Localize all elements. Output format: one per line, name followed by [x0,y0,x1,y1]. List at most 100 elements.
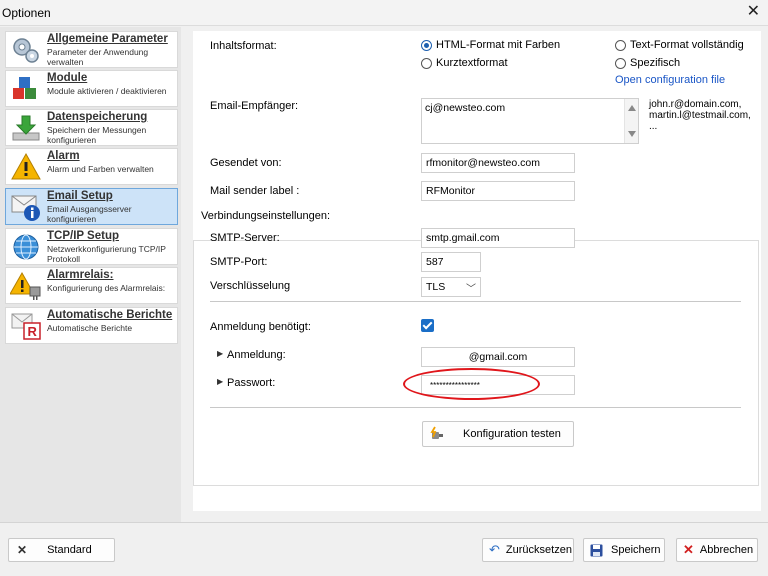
sidebar-item-data-storage[interactable]: Datenspeicherung Speichern der Messungen… [5,109,178,146]
radio-indicator [421,57,432,69]
sidebar-item-desc: Netzwerkkonfigurierung TCP/IP Protokoll [47,244,166,264]
sidebar-item-desc: Module aktivieren / deaktivieren [47,86,167,96]
chevron-down-icon: ﹀ [466,284,476,295]
sidebar-item-modules[interactable]: Module Module aktivieren / deaktivieren [5,70,178,107]
smtp-port-input[interactable]: 587 [421,252,481,272]
radio-indicator [615,39,626,51]
sidebar-item-tcpip-setup[interactable]: TCP/IP Setup Netzwerkkonfigurierung TCP/… [5,228,178,265]
floppy-disk-icon [590,544,603,556]
cancel-button-label: Abbrechen [699,544,754,556]
radio-indicator [421,39,432,51]
sidebar-item-desc: Konfigurierung des Alarmrelais: [47,283,166,293]
connection-group-title: Verbindungseinstellungen: [199,210,333,222]
smtp-server-label: SMTP-Server: [210,232,280,244]
footer-bar: ✕ Standard ↶ Zurücksetzen Speichern ✕ Ab… [0,522,768,576]
save-button-label: Speichern [611,544,661,556]
scroll-down-icon[interactable] [628,131,636,137]
scroll-up-icon[interactable] [628,105,636,111]
expand-arrow-icon: ▶ [217,349,224,358]
sidebar-item-title: Module [47,72,88,84]
network-globe-icon [13,234,39,260]
sidebar-item-alarm[interactable]: Alarm Alarm und Farben verwalten [5,148,178,185]
default-button[interactable]: ✕ Standard [8,538,115,562]
radio-short-text-format[interactable]: Kurztextformat [421,57,508,69]
radio-specific-format[interactable]: Spezifisch [615,57,680,69]
sidebar-item-desc: Automatische Berichte [47,323,133,333]
encryption-select[interactable]: TLS ﹀ [421,277,481,297]
sidebar: Allgemeine Parameter Parameter der Anwen… [0,27,181,522]
sidebar-item-desc: Parameter der Anwendung verwalten [47,47,149,67]
hint-line: john.r@domain.com, [649,99,742,110]
x-icon: ✕ [17,543,28,557]
sidebar-item-title: Automatische Berichte [47,309,173,321]
recipient-textarea[interactable]: cj@newsteo.com [421,98,639,144]
main-area: Inhaltsformat: HTML-Format mit Farben Ku… [181,27,768,522]
encryption-label: Verschlüsselung [210,280,291,292]
email-setup-panel: Inhaltsformat: HTML-Format mit Farben Ku… [193,31,761,511]
report-icon: R [11,313,41,340]
sidebar-item-auto-reports[interactable]: R Automatische Berichte Automatische Ber… [5,307,178,344]
radio-html-format[interactable]: HTML-Format mit Farben [421,39,560,51]
test-configuration-label: Konfiguration testen [463,428,561,440]
download-icon [12,115,40,141]
recipient-label: Email-Empfänger: [210,100,299,112]
sidebar-item-title: Email Setup [47,190,113,202]
hint-line: martin.l@testmail.com, [649,110,751,121]
radio-full-text-format[interactable]: Text-Format vollständig [615,39,744,51]
sidebar-item-general-parameters[interactable]: Allgemeine Parameter Parameter der Anwen… [5,31,178,68]
password-input[interactable]: **************** [421,375,575,395]
auth-required-label: Anmeldung benötigt: [210,321,311,333]
sender-name-input[interactable]: RFMonitor [421,181,575,201]
email-info-icon [11,195,40,221]
sidebar-item-desc: Speichern der Messungen konfigurieren [47,125,147,145]
radio-indicator [615,57,626,69]
relay-warning-icon [10,271,41,300]
divider [210,301,741,302]
sidebar-item-title: TCP/IP Setup [47,230,119,242]
hint-line: ... [649,121,658,132]
recipient-value: cj@newsteo.com [425,102,506,114]
close-icon[interactable]: ✕ [747,3,760,21]
reset-button[interactable]: ↶ Zurücksetzen [482,538,574,562]
encryption-value: TLS [426,281,446,293]
radio-label: Kurztextformat [436,57,508,69]
radio-label: HTML-Format mit Farben [436,39,561,51]
login-input[interactable]: @gmail.com [421,347,575,367]
warning-icon [11,152,41,180]
sidebar-item-email-setup[interactable]: Email Setup Email Ausgangsserver konfigu… [5,188,178,225]
plug-icon [430,426,443,439]
radio-label: Text-Format vollständig [630,39,744,51]
cancel-button[interactable]: ✕ Abbrechen [676,538,758,562]
open-config-link[interactable]: Open configuration file [615,74,725,86]
undo-icon: ↶ [489,542,500,557]
divider [210,407,741,408]
sidebar-item-title: Alarm [47,150,80,162]
recipient-scrollbar[interactable] [624,99,638,143]
save-button[interactable]: Speichern [583,538,665,562]
sidebar-item-alarm-relay[interactable]: Alarmrelais: Konfigurierung des Alarmrel… [5,267,178,304]
sender-name-label: Mail sender label : [210,185,300,197]
reset-button-label: Zurücksetzen [505,544,572,556]
title-bar: Optionen ✕ [0,0,768,26]
gears-icon [13,38,39,63]
default-button-label: Standard [47,544,92,556]
test-configuration-button[interactable]: Konfiguration testen [422,421,574,447]
password-label: Passwort: [227,377,276,389]
format-label: Inhaltsformat: [210,40,277,52]
sidebar-item-desc: Email Ausgangsserver konfigurieren [47,204,132,224]
svg-text:R: R [28,324,38,339]
sidebar-item-title: Datenspeicherung [47,111,148,123]
cancel-x-icon: ✕ [683,542,694,557]
cubes-icon [13,77,36,99]
sender-input[interactable]: rfmonitor@newsteo.com [421,153,575,173]
auth-required-checkbox[interactable] [421,319,434,332]
expand-arrow-icon: ▶ [217,377,224,386]
window-title: Optionen [2,6,51,20]
smtp-port-label: SMTP-Port: [210,256,268,268]
sender-label: Gesendet von: [210,157,282,169]
sidebar-item-title: Alarmrelais: [47,269,114,281]
login-label: Anmeldung: [227,349,286,361]
radio-label: Spezifisch [630,57,681,69]
smtp-server-input[interactable]: smtp.gmail.com [421,228,575,248]
sidebar-item-title: Allgemeine Parameter [47,33,168,45]
